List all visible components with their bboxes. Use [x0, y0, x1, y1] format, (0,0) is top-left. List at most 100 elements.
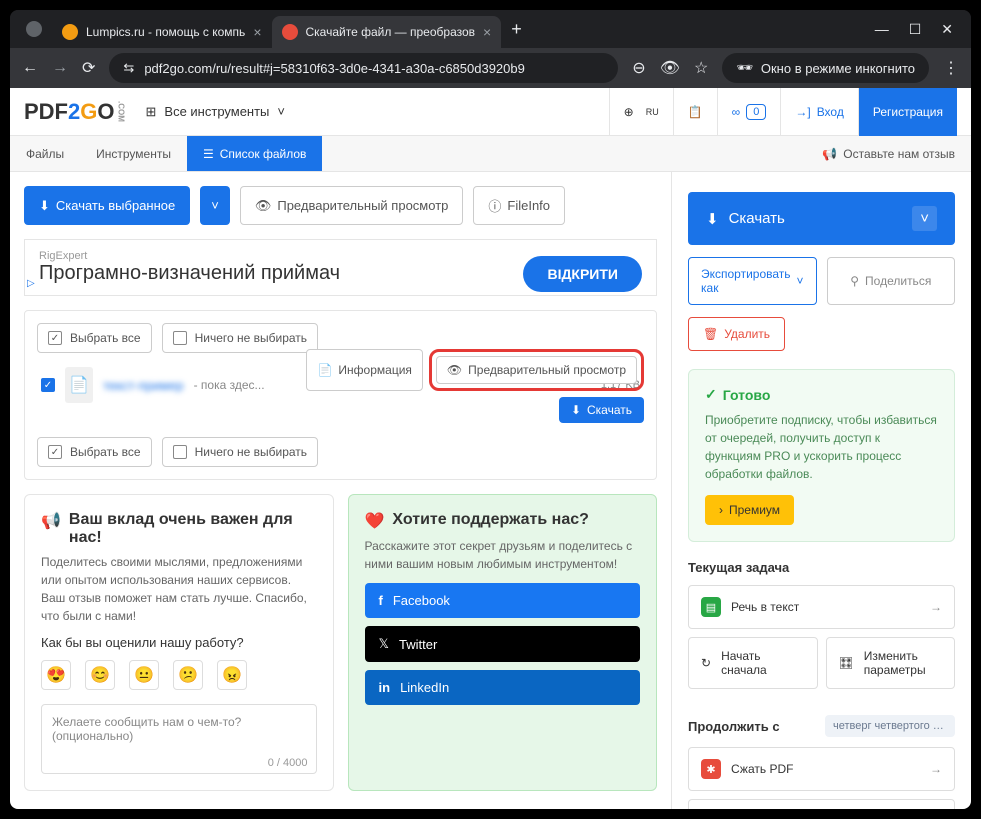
login-button[interactable]: →] Вход [780, 88, 858, 136]
file-row: 📄 Информация 👁 Предварительный просмотр … [37, 353, 644, 417]
list-icon: ☰ [203, 147, 214, 161]
register-label: Регистрация [873, 105, 943, 119]
fileinfo-button[interactable]: ⓘ FileInfo [473, 186, 565, 225]
feedback-textarea[interactable]: Желаете сообщить нам о чем-то? (опционал… [41, 704, 317, 774]
logo[interactable]: PDF 2 G O .COM [24, 99, 126, 125]
incognito-badge[interactable]: 🕶 Окно в режиме инкогнито [722, 53, 929, 83]
subnav-files[interactable]: Файлы [10, 136, 80, 171]
twitter-share-button[interactable]: 𝕏 Twitter [365, 626, 641, 662]
select-all-button[interactable]: ✓ Выбрать все [37, 323, 152, 353]
share-button[interactable]: ⚲ Поделиться [827, 257, 955, 305]
ready-card: ✓ Готово Приобретите подписку, чтобы изб… [688, 369, 955, 542]
globe-icon: ⊕ [624, 105, 634, 119]
info-icon: ⓘ [488, 196, 501, 215]
credits-button[interactable]: ∞ 0 [717, 88, 781, 136]
emoji-love[interactable]: 😍 [41, 660, 71, 690]
file-type-icon: 📄 [65, 367, 93, 403]
continue-title: Продолжить с [688, 719, 780, 734]
document-icon: 📄 [317, 363, 332, 377]
file-download-button[interactable]: ⬇ Скачать [559, 397, 644, 423]
emoji-angry[interactable]: 😠 [217, 660, 247, 690]
sidebar-download-button[interactable]: ⬇ Скачать ˅ [688, 192, 955, 245]
close-icon[interactable]: × [483, 24, 491, 40]
zoom-icon[interactable]: ⊖ [632, 58, 645, 78]
twitter-icon: 𝕏 [379, 636, 389, 652]
subnav-feedback[interactable]: 📢 Оставьте нам отзыв [806, 136, 971, 171]
emoji-neutral[interactable]: 😐 [129, 660, 159, 690]
window-menu-icon[interactable] [26, 21, 42, 37]
megaphone-icon: 📢 [822, 147, 837, 161]
subnav-filelist[interactable]: ☰ Список файлов [187, 136, 322, 171]
edit-option[interactable]: ✎ Редактировать PDF → [688, 799, 955, 809]
trash-icon: 🗑 [703, 327, 718, 341]
incognito-icon: 🕶 [736, 60, 753, 76]
preview-button[interactable]: 👁 Предварительный просмотр [240, 186, 464, 225]
language-button[interactable]: ⊕ RU [609, 88, 673, 136]
compress-option[interactable]: ✱ Сжать PDF → [688, 747, 955, 791]
subnav: Файлы Инструменты ☰ Список файлов 📢 Оста… [10, 136, 971, 172]
site-info-icon[interactable]: ⇆ [123, 60, 134, 76]
highlight-marker: 👁 Предварительный просмотр [429, 349, 644, 391]
select-all-button-bottom[interactable]: ✓ Выбрать все [37, 437, 152, 467]
ad-banner[interactable]: RigExpert Програмно-визначений приймач В… [24, 239, 657, 296]
ad-open-button[interactable]: ВІДКРИТИ [523, 256, 642, 292]
url-text: pdf2go.com/ru/result#j=58310f63-3d0e-434… [144, 61, 525, 76]
delete-button[interactable]: 🗑 Удалить [688, 317, 785, 351]
subnav-tools[interactable]: Инструменты [80, 136, 187, 171]
facebook-icon: f [379, 593, 383, 608]
check-icon: ✓ [48, 445, 62, 459]
new-tab-button[interactable]: + [511, 19, 522, 40]
url-input[interactable]: ⇆ pdf2go.com/ru/result#j=58310f63-3d0e-4… [109, 53, 618, 83]
feedback-title: Ваш вклад очень важен для нас! [69, 511, 317, 547]
eye-icon: 👁 [447, 363, 462, 377]
file-name[interactable]: текст-пример [103, 378, 184, 393]
back-button[interactable]: ← [22, 59, 38, 77]
close-button[interactable]: ✕ [941, 21, 953, 38]
support-card: ❤️ Хотите поддержать нас? Расскажите это… [348, 494, 658, 791]
file-preview-button[interactable]: 👁 Предварительный просмотр [436, 356, 637, 384]
bookmark-icon[interactable]: ☆ [694, 58, 708, 78]
minimize-button[interactable]: — [875, 21, 889, 38]
chevron-down-icon: ˅ [797, 274, 804, 288]
stt-option[interactable]: ▤ Речь в текст → [688, 585, 955, 629]
arrow-right-icon: → [930, 600, 942, 614]
register-button[interactable]: Регистрация [858, 88, 957, 136]
chevron-down-icon[interactable]: ˅ [912, 206, 937, 231]
check-icon: ✓ [48, 331, 62, 345]
emoji-happy[interactable]: 😊 [85, 660, 115, 690]
clipboard-button[interactable]: 📋 [673, 88, 717, 136]
file-info-button[interactable]: 📄 Информация [306, 349, 422, 391]
check-icon: ✓ [705, 386, 717, 403]
feedback-subtitle: Поделитесь своими мыслями, предложениями… [41, 553, 317, 625]
export-button[interactable]: Экспортировать как ˅ [688, 257, 817, 305]
browser-tab-0[interactable]: Lumpics.ru - помощь с компь × [52, 16, 272, 48]
continue-tag[interactable]: четверг четвертого - пока з... [825, 715, 955, 737]
linkedin-share-button[interactable]: in LinkedIn [365, 670, 641, 705]
forward-button[interactable]: → [52, 59, 68, 77]
browser-tab-1[interactable]: Скачайте файл — преобразов × [272, 16, 502, 48]
close-icon[interactable]: × [253, 24, 261, 40]
download-selected-dropdown[interactable]: ˅ [200, 186, 230, 225]
audio-icon: ▤ [701, 597, 721, 617]
current-task-title: Текущая задача [688, 560, 955, 575]
facebook-share-button[interactable]: f Facebook [365, 583, 641, 618]
premium-button[interactable]: › Премиум [705, 495, 794, 525]
emoji-sad[interactable]: 😕 [173, 660, 203, 690]
eye-off-icon[interactable]: 👁 [660, 58, 680, 78]
download-selected-button[interactable]: ⬇ Скачать выбранное [24, 186, 190, 225]
menu-icon[interactable]: ⋮ [943, 58, 959, 78]
chevron-right-icon: › [719, 503, 723, 517]
select-none-button[interactable]: Ничего не выбирать [162, 323, 318, 353]
maximize-button[interactable]: ☐ [909, 21, 922, 38]
all-tools-dropdown[interactable]: ⊞ Все инструменты ˅ [146, 104, 286, 120]
reload-button[interactable]: ⟳ [82, 58, 95, 78]
restart-option[interactable]: ↻ Начать сначала [688, 637, 818, 689]
rating-question: Как бы вы оценили нашу работу? [41, 635, 317, 650]
change-params-option[interactable]: 🎛 Изменить параметры [826, 637, 956, 689]
select-none-button-bottom[interactable]: Ничего не выбирать [162, 437, 318, 467]
file-checkbox[interactable]: ✓ [41, 378, 55, 392]
credits-count: 0 [746, 104, 766, 120]
ad-arrow-icon: ▷ [27, 278, 35, 289]
lang-label: RU [646, 107, 659, 117]
char-count: 0 / 4000 [268, 757, 308, 769]
